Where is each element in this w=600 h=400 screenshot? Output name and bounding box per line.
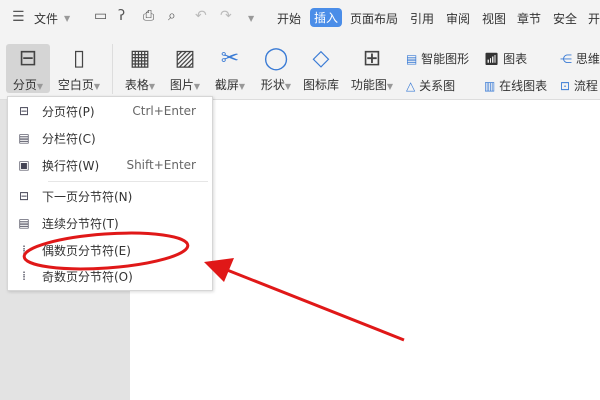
shortcut-label: Shift+Enter [126,158,196,172]
save-icon[interactable]: ▭ [94,8,107,24]
tab-view[interactable]: 视图 [482,10,506,27]
blank-page-icon: ▯ [72,46,86,71]
button-label: 在线图表 [499,79,548,93]
divider [112,44,113,94]
chevron-down-icon[interactable]: ▼ [64,14,70,23]
button-label: 智能图形 [421,52,470,66]
chart-button[interactable]: 📶︎ 图表 [484,50,527,67]
page-break-dropdown-menu: ⊟ 分页符(P) Ctrl+Enter ▤ 分栏符(C) ▣ 换行符(W) Shift+E… [7,96,213,291]
table-button[interactable]: ▦ 表格▼ [120,44,160,93]
tab-page-layout[interactable]: 页面布局 [350,10,398,27]
button-label: 流程 [573,79,598,93]
menu-item-page-break[interactable]: ⊟ 分页符(P) Ctrl+Enter [8,98,212,124]
tab-review[interactable]: 审阅 [446,10,470,27]
mind-map-icon: ⋲ [560,52,572,66]
screenshot-button[interactable]: ✂ 截屏▼ [210,44,250,93]
title-bar: ☰ 文件 ▼ ▭ ʔ ⎙ ⌕ ↶ ↷ ▼ 开始 插入 页面布局 引用 审阅 视图… [0,0,600,38]
print-icon[interactable]: ⎙ [143,8,154,24]
button-label: 分页 [12,78,37,92]
continuous-section-icon: ▤ [18,216,30,230]
undo-icon[interactable]: ↶ [195,8,207,24]
more-icon[interactable]: ▼ [248,14,254,23]
button-label: 形状 [260,78,285,92]
menu-item-label: 换行符(W) [42,158,100,173]
next-page-section-icon: ⊟ [18,189,30,203]
menu-item-next-page-section-break[interactable]: ⊟ 下一页分节符(N) [8,183,212,209]
button-label: 空白页 [57,78,94,92]
tab-insert[interactable]: 插入 [310,8,343,27]
print-preview-icon[interactable]: ⌕ [168,8,176,24]
even-page-section-icon: ⁞ [22,243,26,257]
flowchart-button[interactable]: ⊡ 流程 [560,77,598,94]
button-label: 图表 [503,52,528,66]
smart-art-icon: ▤ [406,52,418,66]
online-chart-button[interactable]: ▥ 在线图表 [484,77,547,94]
button-label: 截屏 [214,78,239,92]
menu-item-line-break[interactable]: ▣ 换行符(W) Shift+Enter [8,152,212,178]
chart-icon: 📶︎ [484,52,500,66]
mind-map-button[interactable]: ⋲ 思维 [560,50,600,67]
table-icon: ▦ [129,46,151,71]
screenshot-icon: ✂ [220,46,240,71]
picture-button[interactable]: ▨ 图片▼ [166,44,204,93]
button-label: 思维 [575,52,600,66]
function-chart-button[interactable]: ⊞ 功能图▼ [348,44,396,93]
tab-references[interactable]: 引用 [410,10,434,27]
shortcut-label: Ctrl+Enter [132,104,196,118]
shapes-icon: ◯ [263,46,289,71]
relation-chart-button[interactable]: △ 关系图 [406,77,455,94]
shapes-button[interactable]: ◯ 形状▼ [256,44,296,93]
line-break-icon: ▣ [18,158,30,172]
page-break-icon: ⊟ [18,46,38,71]
tab-developer[interactable]: 开 [588,10,600,27]
file-menu[interactable]: 文件 [34,10,58,27]
format-painter-icon[interactable]: ʔ [118,8,125,24]
menu-item-label: 奇数页分节符(O) [42,269,133,284]
blank-page-button[interactable]: ▯ 空白页▼ [54,44,104,93]
menu-item-odd-page-section-break[interactable]: ⁞ 奇数页分节符(O) [8,263,212,289]
button-label: 关系图 [419,79,456,93]
tab-chapter[interactable]: 章节 [517,10,541,27]
picture-icon: ▨ [174,46,196,71]
menu-item-column-break[interactable]: ▤ 分栏符(C) [8,125,212,151]
menu-item-continuous-section-break[interactable]: ▤ 连续分节符(T) [8,210,212,236]
page-break-button[interactable]: ⊟ 分页▼ [6,44,50,93]
button-label: 图标库 [302,78,339,92]
button-label: 功能图 [350,78,387,92]
redo-icon[interactable]: ↷ [220,8,232,24]
odd-page-section-icon: ⁞ [22,269,26,283]
menu-item-label: 下一页分节符(N) [42,189,133,204]
column-break-icon: ▤ [18,131,30,145]
menu-item-label: 连续分节符(T) [42,216,119,231]
menu-separator [48,181,208,182]
button-label: 图片 [169,78,194,92]
flowchart-icon: ⊡ [560,79,571,93]
menu-item-label: 分栏符(C) [42,131,96,146]
icon-library-button[interactable]: ◇ 图标库 [300,44,342,93]
smart-art-button[interactable]: ▤ 智能图形 [406,50,469,67]
page-break-icon: ⊟ [18,104,30,118]
menu-item-label: 偶数页分节符(E) [42,243,131,258]
button-label: 表格 [124,78,149,92]
menu-item-label: 分页符(P) [42,104,95,119]
relation-chart-icon: △ [406,79,416,93]
function-chart-icon: ⊞ [362,46,382,71]
menu-icon[interactable]: ☰ [12,9,25,25]
online-chart-icon: ▥ [484,79,496,93]
menu-item-even-page-section-break[interactable]: ⁞ 偶数页分节符(E) [8,237,212,263]
tab-security[interactable]: 安全 [553,10,577,27]
icon-library-icon: ◇ [312,46,330,71]
tab-home[interactable]: 开始 [277,10,301,27]
